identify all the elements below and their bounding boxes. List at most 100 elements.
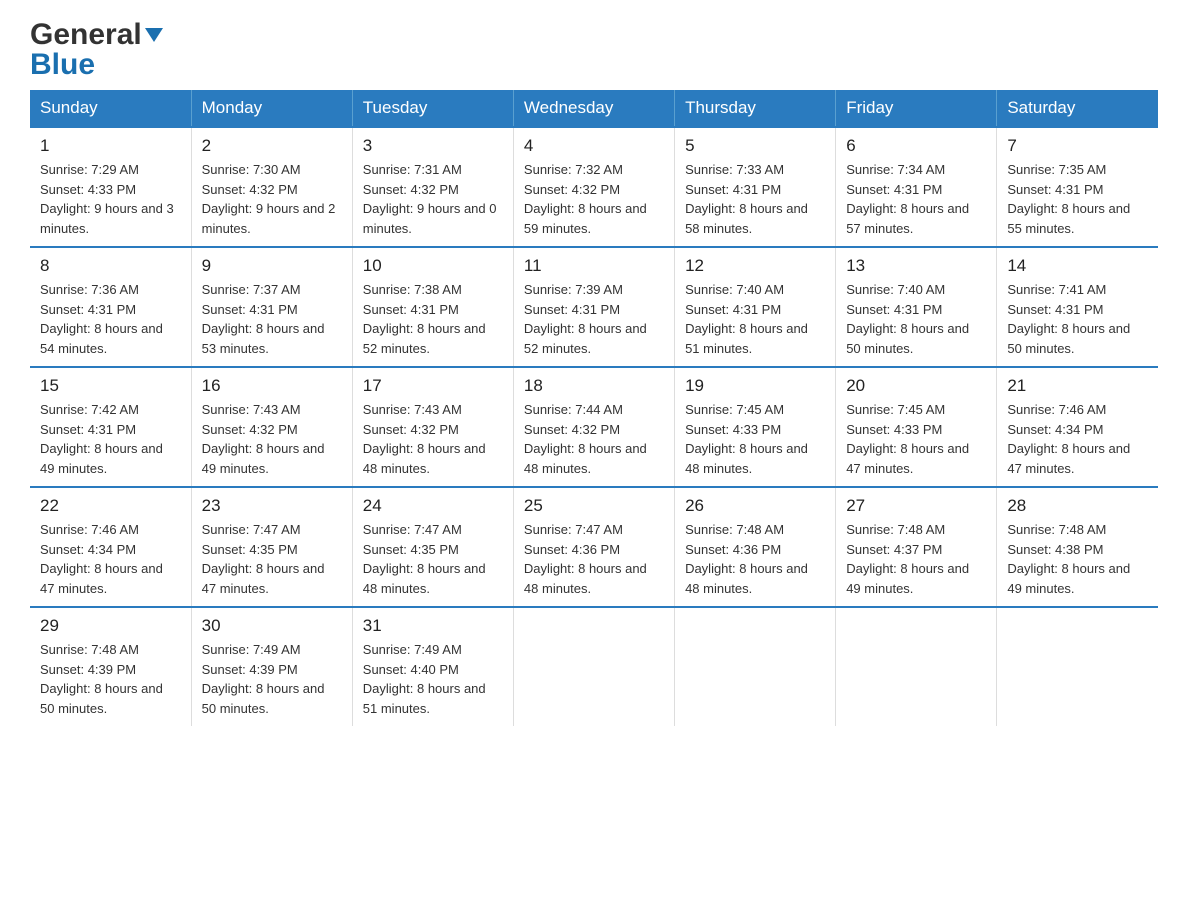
day-number: 23 xyxy=(202,496,342,516)
day-number: 26 xyxy=(685,496,825,516)
day-number: 9 xyxy=(202,256,342,276)
day-info: Sunrise: 7:34 AMSunset: 4:31 PMDaylight:… xyxy=(846,162,969,236)
day-info: Sunrise: 7:35 AMSunset: 4:31 PMDaylight:… xyxy=(1007,162,1130,236)
calendar-cell: 12 Sunrise: 7:40 AMSunset: 4:31 PMDaylig… xyxy=(675,247,836,367)
day-number: 2 xyxy=(202,136,342,156)
day-info: Sunrise: 7:49 AMSunset: 4:40 PMDaylight:… xyxy=(363,642,486,716)
day-number: 8 xyxy=(40,256,181,276)
calendar-cell: 4 Sunrise: 7:32 AMSunset: 4:32 PMDayligh… xyxy=(513,127,674,247)
day-info: Sunrise: 7:37 AMSunset: 4:31 PMDaylight:… xyxy=(202,282,325,356)
day-number: 12 xyxy=(685,256,825,276)
day-number: 30 xyxy=(202,616,342,636)
day-info: Sunrise: 7:32 AMSunset: 4:32 PMDaylight:… xyxy=(524,162,647,236)
calendar-header-row: SundayMondayTuesdayWednesdayThursdayFrid… xyxy=(30,90,1158,127)
week-row-4: 22 Sunrise: 7:46 AMSunset: 4:34 PMDaylig… xyxy=(30,487,1158,607)
calendar-cell: 5 Sunrise: 7:33 AMSunset: 4:31 PMDayligh… xyxy=(675,127,836,247)
calendar-cell: 31 Sunrise: 7:49 AMSunset: 4:40 PMDaylig… xyxy=(352,607,513,726)
day-number: 17 xyxy=(363,376,503,396)
day-number: 31 xyxy=(363,616,503,636)
day-number: 5 xyxy=(685,136,825,156)
day-number: 24 xyxy=(363,496,503,516)
day-info: Sunrise: 7:48 AMSunset: 4:37 PMDaylight:… xyxy=(846,522,969,596)
day-info: Sunrise: 7:49 AMSunset: 4:39 PMDaylight:… xyxy=(202,642,325,716)
day-info: Sunrise: 7:40 AMSunset: 4:31 PMDaylight:… xyxy=(846,282,969,356)
calendar-cell xyxy=(836,607,997,726)
calendar-cell: 25 Sunrise: 7:47 AMSunset: 4:36 PMDaylig… xyxy=(513,487,674,607)
calendar-cell: 1 Sunrise: 7:29 AMSunset: 4:33 PMDayligh… xyxy=(30,127,191,247)
day-number: 29 xyxy=(40,616,181,636)
day-number: 10 xyxy=(363,256,503,276)
day-number: 11 xyxy=(524,256,664,276)
day-info: Sunrise: 7:44 AMSunset: 4:32 PMDaylight:… xyxy=(524,402,647,476)
logo-blue-text: Blue xyxy=(30,50,95,80)
day-info: Sunrise: 7:48 AMSunset: 4:39 PMDaylight:… xyxy=(40,642,163,716)
day-info: Sunrise: 7:40 AMSunset: 4:31 PMDaylight:… xyxy=(685,282,808,356)
calendar-cell: 13 Sunrise: 7:40 AMSunset: 4:31 PMDaylig… xyxy=(836,247,997,367)
calendar-header-sunday: Sunday xyxy=(30,90,191,127)
calendar-cell: 21 Sunrise: 7:46 AMSunset: 4:34 PMDaylig… xyxy=(997,367,1158,487)
calendar-cell: 9 Sunrise: 7:37 AMSunset: 4:31 PMDayligh… xyxy=(191,247,352,367)
day-info: Sunrise: 7:36 AMSunset: 4:31 PMDaylight:… xyxy=(40,282,163,356)
calendar-cell: 11 Sunrise: 7:39 AMSunset: 4:31 PMDaylig… xyxy=(513,247,674,367)
day-info: Sunrise: 7:38 AMSunset: 4:31 PMDaylight:… xyxy=(363,282,486,356)
calendar-cell: 26 Sunrise: 7:48 AMSunset: 4:36 PMDaylig… xyxy=(675,487,836,607)
day-number: 22 xyxy=(40,496,181,516)
day-info: Sunrise: 7:31 AMSunset: 4:32 PMDaylight:… xyxy=(363,162,497,236)
day-info: Sunrise: 7:42 AMSunset: 4:31 PMDaylight:… xyxy=(40,402,163,476)
day-info: Sunrise: 7:33 AMSunset: 4:31 PMDaylight:… xyxy=(685,162,808,236)
day-number: 21 xyxy=(1007,376,1148,396)
calendar-header-saturday: Saturday xyxy=(997,90,1158,127)
calendar-cell: 18 Sunrise: 7:44 AMSunset: 4:32 PMDaylig… xyxy=(513,367,674,487)
day-info: Sunrise: 7:47 AMSunset: 4:35 PMDaylight:… xyxy=(202,522,325,596)
calendar-header-thursday: Thursday xyxy=(675,90,836,127)
day-number: 28 xyxy=(1007,496,1148,516)
day-info: Sunrise: 7:39 AMSunset: 4:31 PMDaylight:… xyxy=(524,282,647,356)
calendar-cell: 22 Sunrise: 7:46 AMSunset: 4:34 PMDaylig… xyxy=(30,487,191,607)
calendar-cell: 16 Sunrise: 7:43 AMSunset: 4:32 PMDaylig… xyxy=(191,367,352,487)
calendar-header-wednesday: Wednesday xyxy=(513,90,674,127)
week-row-1: 1 Sunrise: 7:29 AMSunset: 4:33 PMDayligh… xyxy=(30,127,1158,247)
logo-general-text: General xyxy=(30,20,142,50)
calendar-cell xyxy=(513,607,674,726)
calendar-header-tuesday: Tuesday xyxy=(352,90,513,127)
calendar-cell: 10 Sunrise: 7:38 AMSunset: 4:31 PMDaylig… xyxy=(352,247,513,367)
logo-triangle-icon xyxy=(145,28,163,42)
calendar-cell: 8 Sunrise: 7:36 AMSunset: 4:31 PMDayligh… xyxy=(30,247,191,367)
calendar-header-friday: Friday xyxy=(836,90,997,127)
calendar-cell: 30 Sunrise: 7:49 AMSunset: 4:39 PMDaylig… xyxy=(191,607,352,726)
calendar-cell: 7 Sunrise: 7:35 AMSunset: 4:31 PMDayligh… xyxy=(997,127,1158,247)
day-number: 3 xyxy=(363,136,503,156)
calendar-cell: 6 Sunrise: 7:34 AMSunset: 4:31 PMDayligh… xyxy=(836,127,997,247)
day-info: Sunrise: 7:45 AMSunset: 4:33 PMDaylight:… xyxy=(846,402,969,476)
day-number: 7 xyxy=(1007,136,1148,156)
calendar-cell xyxy=(675,607,836,726)
logo: General Blue xyxy=(30,20,163,80)
calendar-cell: 2 Sunrise: 7:30 AMSunset: 4:32 PMDayligh… xyxy=(191,127,352,247)
calendar-cell: 17 Sunrise: 7:43 AMSunset: 4:32 PMDaylig… xyxy=(352,367,513,487)
day-info: Sunrise: 7:46 AMSunset: 4:34 PMDaylight:… xyxy=(1007,402,1130,476)
calendar-cell: 24 Sunrise: 7:47 AMSunset: 4:35 PMDaylig… xyxy=(352,487,513,607)
day-number: 27 xyxy=(846,496,986,516)
day-info: Sunrise: 7:48 AMSunset: 4:36 PMDaylight:… xyxy=(685,522,808,596)
page-header: General Blue xyxy=(30,20,1158,80)
calendar-cell: 20 Sunrise: 7:45 AMSunset: 4:33 PMDaylig… xyxy=(836,367,997,487)
day-info: Sunrise: 7:45 AMSunset: 4:33 PMDaylight:… xyxy=(685,402,808,476)
day-info: Sunrise: 7:43 AMSunset: 4:32 PMDaylight:… xyxy=(202,402,325,476)
week-row-5: 29 Sunrise: 7:48 AMSunset: 4:39 PMDaylig… xyxy=(30,607,1158,726)
day-number: 18 xyxy=(524,376,664,396)
week-row-3: 15 Sunrise: 7:42 AMSunset: 4:31 PMDaylig… xyxy=(30,367,1158,487)
day-number: 4 xyxy=(524,136,664,156)
day-info: Sunrise: 7:29 AMSunset: 4:33 PMDaylight:… xyxy=(40,162,174,236)
day-number: 13 xyxy=(846,256,986,276)
calendar-cell: 28 Sunrise: 7:48 AMSunset: 4:38 PMDaylig… xyxy=(997,487,1158,607)
day-info: Sunrise: 7:47 AMSunset: 4:36 PMDaylight:… xyxy=(524,522,647,596)
day-number: 25 xyxy=(524,496,664,516)
calendar-cell xyxy=(997,607,1158,726)
day-number: 19 xyxy=(685,376,825,396)
day-number: 20 xyxy=(846,376,986,396)
calendar-cell: 3 Sunrise: 7:31 AMSunset: 4:32 PMDayligh… xyxy=(352,127,513,247)
calendar-cell: 27 Sunrise: 7:48 AMSunset: 4:37 PMDaylig… xyxy=(836,487,997,607)
day-info: Sunrise: 7:43 AMSunset: 4:32 PMDaylight:… xyxy=(363,402,486,476)
calendar-cell: 14 Sunrise: 7:41 AMSunset: 4:31 PMDaylig… xyxy=(997,247,1158,367)
week-row-2: 8 Sunrise: 7:36 AMSunset: 4:31 PMDayligh… xyxy=(30,247,1158,367)
